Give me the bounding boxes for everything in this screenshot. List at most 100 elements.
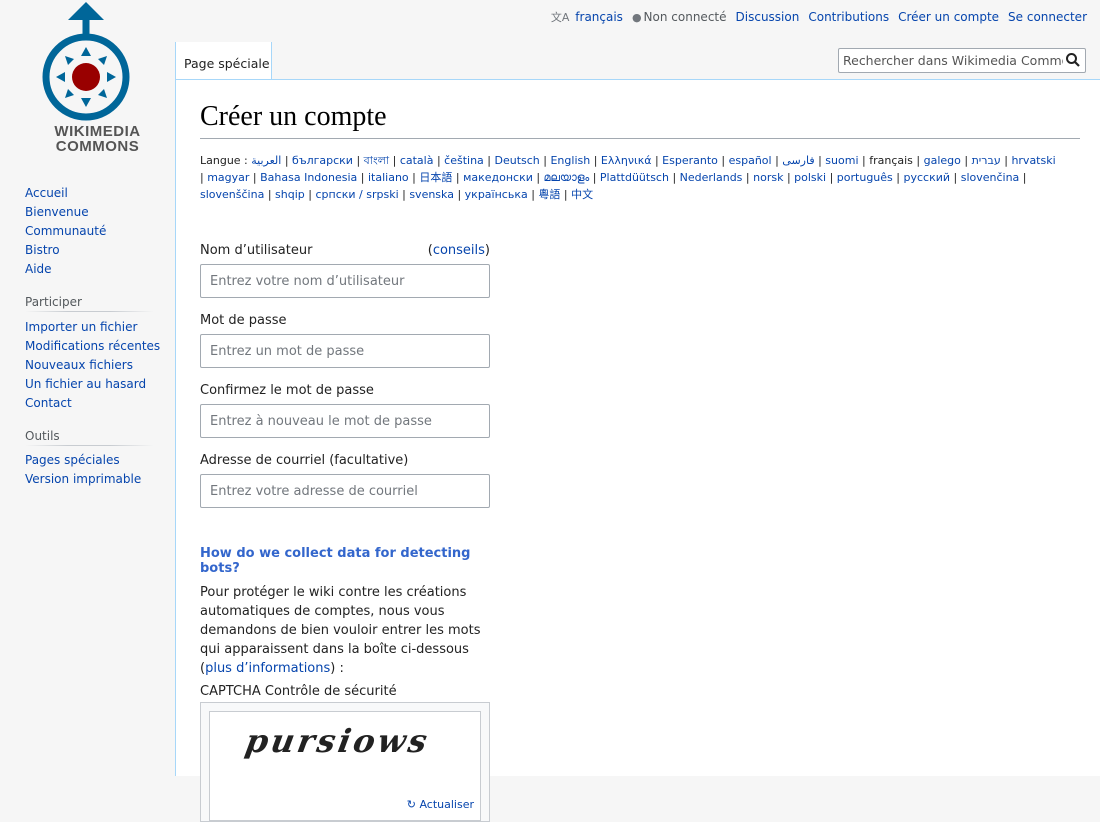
language-option[interactable]: Deutsch	[495, 154, 540, 167]
main-content: Créer un compte Langue : العربية | бълга…	[175, 79, 1100, 822]
captcha-box: pursiows ↻ Actualiser	[200, 702, 490, 822]
language-label: Langue :	[200, 154, 248, 167]
translate-icon: 文A	[550, 11, 570, 24]
language-option[interactable]: italiano	[368, 171, 409, 184]
sidebar-item-new-files[interactable]: Nouveaux fichiers	[25, 356, 160, 375]
language-option[interactable]: বাংলা	[364, 154, 389, 167]
language-option[interactable]: العربية	[251, 154, 281, 167]
sidebar-item-printable[interactable]: Version imprimable	[25, 470, 141, 489]
sidebar-item-upload[interactable]: Importer un fichier	[25, 318, 160, 337]
language-list: Langue : العربية | български | বাংলা | c…	[200, 154, 1056, 201]
language-option[interactable]: polski	[794, 171, 826, 184]
search-icon[interactable]	[1065, 52, 1081, 68]
language-option[interactable]: فارسی	[782, 154, 814, 167]
username-input[interactable]	[200, 264, 490, 298]
login-link[interactable]: Se connecter	[1008, 10, 1087, 24]
password-field: Mot de passe	[200, 311, 490, 381]
sidebar-item-accueil[interactable]: Accueil	[25, 184, 106, 203]
language-option[interactable]: 粵語	[538, 188, 560, 201]
search-box	[838, 48, 1086, 73]
language-option[interactable]: Plattdüütsch	[600, 171, 669, 184]
sidebar-item-contact[interactable]: Contact	[25, 394, 160, 413]
language-option[interactable]: Esperanto	[662, 154, 718, 167]
sidebar-item-bistro[interactable]: Bistro	[25, 241, 106, 260]
language-option[interactable]: 中文	[571, 188, 593, 201]
language-option[interactable]: 日本語	[419, 171, 452, 184]
language-option[interactable]: magyar	[207, 171, 249, 184]
not-logged-status: ● Non connecté	[632, 10, 727, 24]
username-help-link[interactable]: conseils	[433, 243, 485, 258]
language-option[interactable]: hrvatski	[1011, 154, 1055, 167]
not-logged-text: Non connecté	[643, 10, 727, 24]
sidebar-heading-outils: Outils	[25, 429, 154, 446]
language-option[interactable]: suomi	[825, 154, 858, 167]
user-icon: ●	[631, 11, 642, 24]
language-option[interactable]: Ελληνικά	[601, 154, 652, 167]
logo-text-line2: COMMONS	[55, 138, 140, 155]
language-option[interactable]: slovenčina	[961, 171, 1020, 184]
captcha-word: pursiows	[242, 722, 433, 760]
refresh-icon: ↻	[406, 798, 416, 811]
captcha-explanation: Pour protéger le wiki contre les créatio…	[200, 583, 490, 678]
language-option[interactable]: српски / srpski	[315, 188, 398, 201]
captcha-label: CAPTCHA Contrôle de sécurité	[200, 684, 397, 699]
language-option[interactable]: македонски	[463, 171, 533, 184]
language-option[interactable]: català	[400, 154, 434, 167]
language-option[interactable]: Bahasa Indonesia	[260, 171, 357, 184]
personal-tools: 文A français ● Non connecté Discussion Con…	[551, 9, 1087, 25]
logo-text-line1: WIKIMEDIA	[54, 123, 141, 140]
captcha-image: pursiows ↻ Actualiser	[209, 711, 481, 821]
wikimedia-commons-logo-icon	[42, 2, 130, 121]
captcha-refresh-button[interactable]: ↻ Actualiser	[407, 798, 474, 811]
language-option[interactable]: galego	[924, 154, 961, 167]
username-label: Nom d’utilisateur	[200, 243, 313, 258]
email-input[interactable]	[200, 474, 490, 508]
confirm-password-label: Confirmez le mot de passe	[200, 383, 374, 398]
site-logo[interactable]: WIKIMEDIA COMMONS	[10, 0, 165, 160]
language-option[interactable]: español	[729, 154, 772, 167]
language-option[interactable]: svenska	[409, 188, 454, 201]
sidebar-item-special-pages[interactable]: Pages spéciales	[25, 451, 141, 470]
language-link[interactable]: français	[575, 10, 623, 24]
language-option[interactable]: português	[837, 171, 893, 184]
language-option[interactable]: shqip	[275, 188, 305, 201]
create-account-form: Nom d’utilisateur (conseils) Mot de pass…	[200, 241, 490, 822]
language-option[interactable]: עברית	[972, 154, 1001, 167]
language-option: français	[869, 154, 913, 167]
language-option[interactable]: English	[550, 154, 590, 167]
create-account-link[interactable]: Créer un compte	[898, 10, 999, 24]
sidebar-item-recent-changes[interactable]: Modifications récentes	[25, 337, 160, 356]
password-label: Mot de passe	[200, 313, 287, 328]
sidebar-nav: Accueil Bienvenue Communauté Bistro Aide	[25, 184, 106, 279]
refresh-label: Actualiser	[419, 798, 474, 811]
confirm-password-input[interactable]	[200, 404, 490, 438]
tab-special-page[interactable]: Page spéciale	[175, 42, 272, 79]
sidebar-heading-participer: Participer	[25, 295, 154, 312]
language-option[interactable]: മലയാളം	[544, 171, 590, 184]
username-help: (conseils)	[427, 243, 490, 258]
sidebar-item-aide[interactable]: Aide	[25, 260, 106, 279]
language-option[interactable]: русский	[903, 171, 950, 184]
confirm-password-field: Confirmez le mot de passe	[200, 381, 490, 451]
language-option[interactable]: slovenščina	[200, 188, 264, 201]
language-option[interactable]: čeština	[444, 154, 484, 167]
language-option[interactable]: українська	[465, 188, 528, 201]
more-info-link[interactable]: plus d’informations	[205, 661, 330, 676]
sidebar-item-bienvenue[interactable]: Bienvenue	[25, 203, 106, 222]
language-option[interactable]: norsk	[753, 171, 783, 184]
language-option[interactable]: Nederlands	[680, 171, 743, 184]
sidebar-item-random-file[interactable]: Un fichier au hasard	[25, 375, 160, 394]
discussion-link[interactable]: Discussion	[736, 10, 800, 24]
sidebar-item-communaute[interactable]: Communauté	[25, 222, 106, 241]
search-input[interactable]	[839, 49, 1067, 71]
tab-label: Page spéciale	[184, 56, 270, 71]
bots-info-link[interactable]: How do we collect data for detecting bot…	[200, 546, 490, 576]
email-label: Adresse de courriel (facultative)	[200, 453, 409, 468]
password-input[interactable]	[200, 334, 490, 368]
contributions-link[interactable]: Contributions	[808, 10, 889, 24]
language-selector[interactable]: 文A français	[551, 9, 623, 25]
sidebar-participate: Importer un fichier Modifications récent…	[25, 318, 160, 413]
language-option[interactable]: български	[292, 154, 353, 167]
sidebar-tools: Pages spéciales Version imprimable	[25, 451, 141, 489]
username-field: Nom d’utilisateur (conseils)	[200, 241, 490, 311]
